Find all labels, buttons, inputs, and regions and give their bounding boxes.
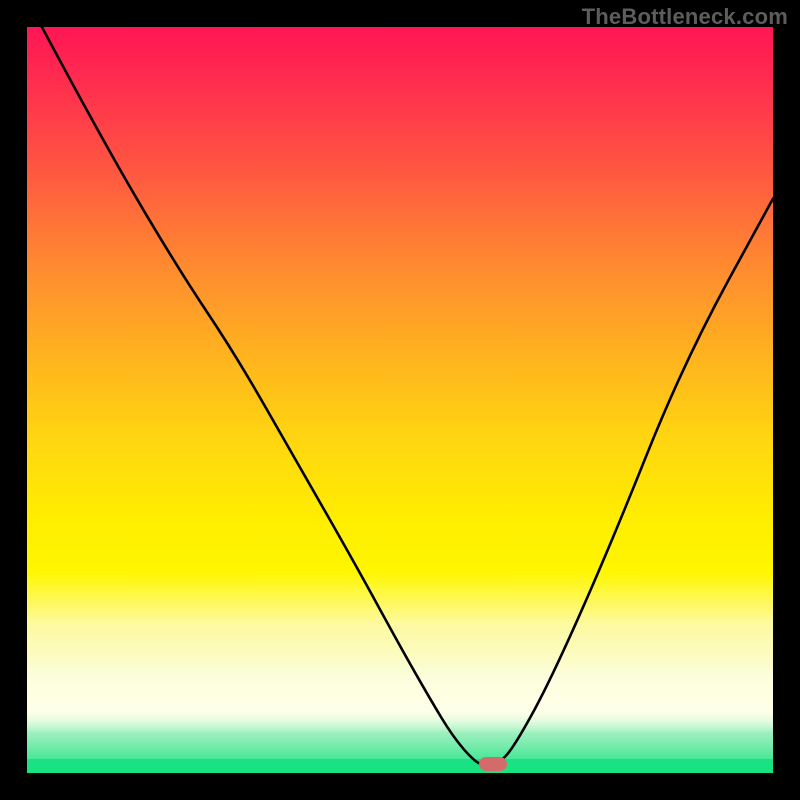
- plot-background-gradient: [27, 27, 773, 773]
- plot-area: [27, 27, 773, 773]
- watermark-text: TheBottleneck.com: [582, 4, 788, 30]
- plot-green-strip: [27, 759, 773, 773]
- chart-frame: TheBottleneck.com: [0, 0, 800, 800]
- optimum-marker: [479, 757, 507, 771]
